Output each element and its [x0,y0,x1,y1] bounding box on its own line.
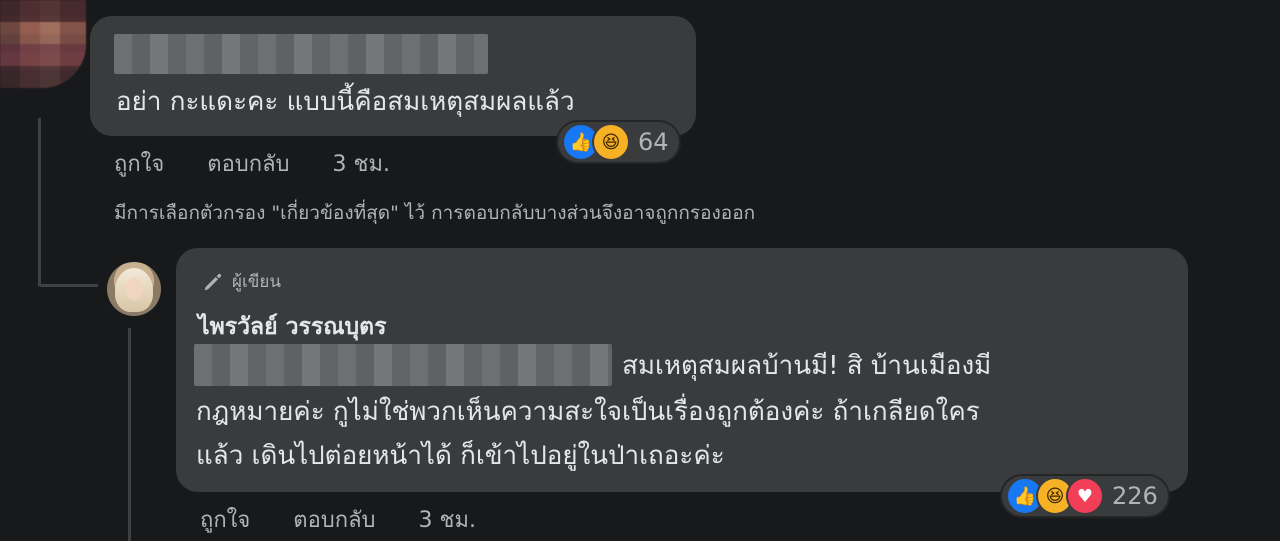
comment-actions: ถูกใจ ตอบกลับ 3 ชม. [114,146,426,181]
like-button[interactable]: ถูกใจ [114,152,164,177]
pencil-icon [204,273,222,290]
reply-button[interactable]: ตอบกลับ [207,152,289,177]
reaction-summary[interactable]: 👍 😆 64 [556,120,681,164]
love-icon: ♥ [1066,477,1104,515]
avatar[interactable] [0,0,86,88]
like-button[interactable]: ถูกใจ [200,508,250,533]
reply-thread-line [128,328,131,541]
thread-line-branch [38,284,98,287]
thread-line-vertical [38,118,41,286]
reaction-summary[interactable]: 👍 😆 ♥ 226 [1000,474,1170,518]
reply-button[interactable]: ตอบกลับ [293,508,375,533]
avatar-pixelated-overlay [0,0,86,88]
redacted-text [194,344,612,386]
reaction-count: 64 [638,128,669,156]
comment-text: อย่า กะแดะคะ แบบนี้คือสมเหตุสมผลแล้ว [116,87,575,117]
comment-bubble: อย่า กะแดะคะ แบบนี้คือสมเหตุสมผลแล้ว [90,16,696,136]
reply-actions: ถูกใจ ตอบกลับ 3 ชม. [200,502,512,537]
author-badge-label: ผู้เขียน [232,272,281,292]
reaction-count: 226 [1112,482,1158,510]
avatar[interactable] [107,262,161,316]
haha-icon: 😆 [592,123,630,161]
timestamp[interactable]: 3 ชม. [419,508,476,533]
avatar-face [125,278,143,300]
author-badge: ผู้เขียน [202,268,281,295]
author-name[interactable]: ไพรวัลย์ วรรณบุตร [198,309,386,345]
redacted-name [114,34,488,74]
reply-text-line-2: กฎหมายค่ะ กูไม่ใช่พวกเห็นความสะใจเป็นเรื… [196,397,980,427]
reply-text-line-1: สมเหตุสมผลบ้านมี! สิ บ้านเมืองมี [622,351,992,381]
timestamp[interactable]: 3 ชม. [333,152,390,177]
filter-notice: มีการเลือกตัวกรอง "เกี่ยวข้องที่สุด" ไว้… [114,202,756,224]
reply-text-line-3: แล้ว เดินไปต่อยหน้าได้ ก็เข้าไปอยู่ในป่า… [196,441,725,471]
